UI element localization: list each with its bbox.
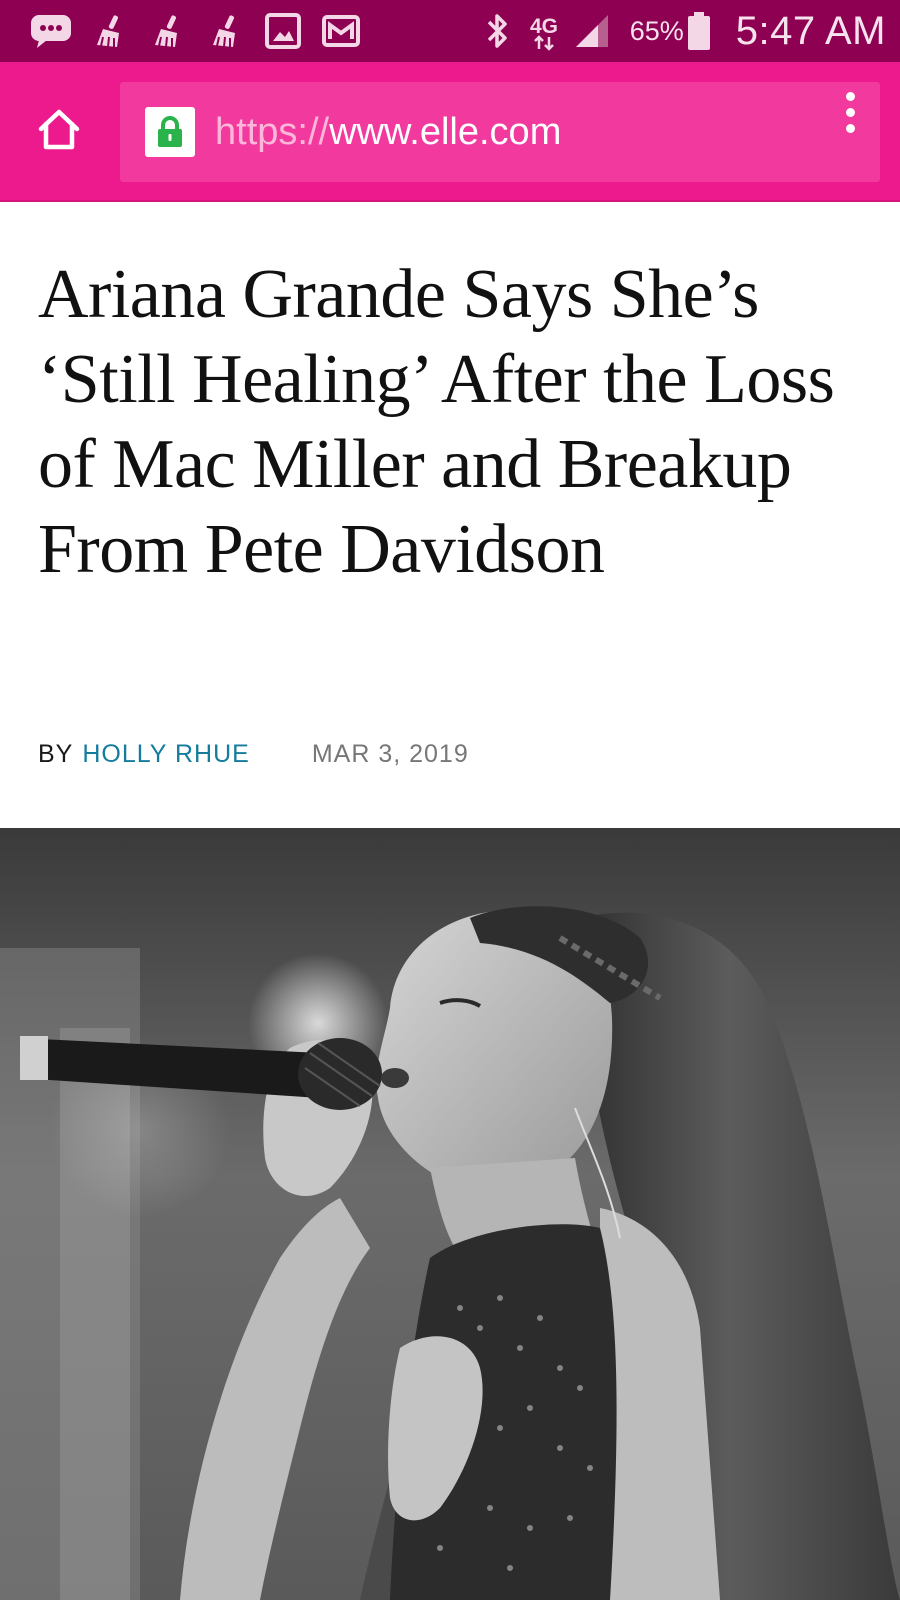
bluetooth-icon xyxy=(468,0,526,62)
menu-dot xyxy=(845,107,855,117)
lte-icon: 4G xyxy=(526,0,572,62)
cleaner-icon xyxy=(80,0,138,62)
status-bar: 4G 65% 5:47 AM xyxy=(0,0,900,62)
clock: 5:47 AM xyxy=(735,8,886,53)
author-link[interactable]: HOLLY RHUE xyxy=(82,740,249,769)
url-scheme: https:// xyxy=(215,110,330,153)
byline-prefix: BY xyxy=(38,740,74,768)
lock-icon[interactable] xyxy=(145,107,195,157)
signal-icon xyxy=(572,0,612,62)
battery-percent: 65% xyxy=(629,15,684,46)
publish-date: MAR 3, 2019 xyxy=(311,740,469,768)
menu-dot xyxy=(845,123,855,133)
url-host: www.elle.com xyxy=(329,110,562,153)
image-icon xyxy=(254,0,312,62)
url-bar[interactable]: https://www.elle.com xyxy=(120,82,880,182)
url-text[interactable]: https://www.elle.com xyxy=(215,111,561,154)
system-indicators: 4G 65% 5:47 AM xyxy=(468,0,886,62)
byline: BY HOLLY RHUE MAR 3, 2019 xyxy=(38,740,469,769)
mail-icon xyxy=(312,0,370,62)
article-title: Ariana Grande Says She’s ‘Still Healing’… xyxy=(38,256,835,588)
hero-photo-illustration xyxy=(0,828,900,1600)
menu-dot xyxy=(845,91,855,101)
battery-icon xyxy=(684,0,714,62)
home-icon xyxy=(36,107,82,156)
cleaner-icon xyxy=(196,0,254,62)
network-label: 4G xyxy=(530,15,558,38)
notification-icons xyxy=(22,0,370,62)
sms-icon xyxy=(22,0,80,62)
cleaner-icon xyxy=(138,0,196,62)
home-button[interactable] xyxy=(30,102,88,160)
browser-toolbar: https://www.elle.com xyxy=(0,62,900,202)
overflow-menu-button[interactable] xyxy=(830,87,870,137)
hero-photo xyxy=(0,828,900,1600)
